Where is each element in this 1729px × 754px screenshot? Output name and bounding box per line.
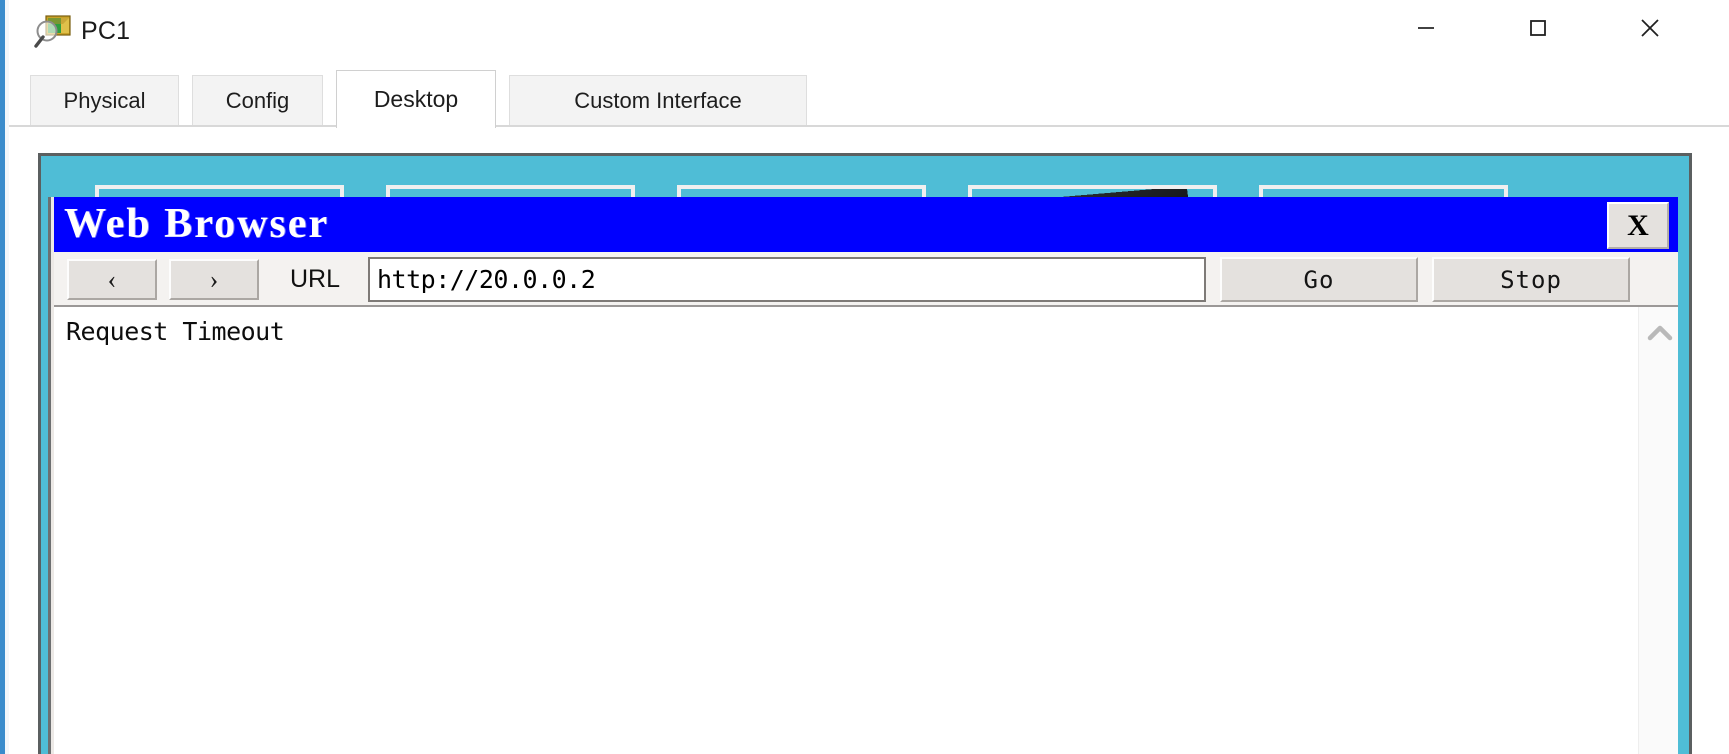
browser-toolbar: ‹ › URL Go Stop — [54, 252, 1678, 305]
url-label: URL — [289, 265, 340, 293]
browser-close-button[interactable]: X — [1607, 202, 1669, 249]
tab-custom-interface[interactable]: Custom Interface — [509, 75, 807, 126]
page-vertical-scrollbar[interactable] — [1638, 307, 1678, 754]
back-button[interactable]: ‹ — [67, 259, 157, 300]
browser-title: Web Browser — [64, 201, 330, 247]
close-button[interactable] — [1619, 0, 1681, 55]
browser-page-viewport: Request Timeout — [54, 305, 1678, 754]
close-icon — [1641, 18, 1659, 37]
maximize-button[interactable] — [1507, 0, 1569, 55]
chevron-up-icon[interactable] — [1639, 312, 1678, 354]
tab-physical-label: Physical — [63, 88, 146, 113]
tab-custom-interface-label: Custom Interface — [574, 88, 742, 113]
minimize-button[interactable] — [1395, 0, 1457, 55]
tabstrip-divider — [9, 125, 1729, 127]
tab-desktop-label: Desktop — [373, 86, 459, 112]
browser-titlebar: Web Browser X — [54, 197, 1678, 252]
tab-config-label: Config — [225, 88, 290, 113]
forward-button[interactable]: › — [169, 259, 259, 300]
maximize-icon — [1530, 19, 1546, 36]
tab-config[interactable]: Config — [192, 75, 323, 126]
page-title: PC1 — [81, 17, 131, 45]
pc-device-window: PC1 Physical Config Desktop Custom Inter… — [0, 0, 1729, 754]
page-content-text: Request Timeout — [66, 317, 285, 346]
tab-desktop[interactable]: Desktop — [336, 70, 496, 128]
minimize-icon — [1418, 26, 1434, 29]
url-input[interactable] — [368, 257, 1206, 302]
web-browser-window: Web Browser X ‹ › URL Go Stop Request Ti… — [48, 197, 1678, 754]
window-titlebar: PC1 — [9, 0, 1729, 63]
device-tabstrip: Physical Config Desktop Custom Interface — [9, 63, 1729, 128]
tab-physical[interactable]: Physical — [30, 75, 179, 126]
device-inspect-icon — [33, 11, 73, 51]
stop-button[interactable]: Stop — [1432, 257, 1630, 302]
go-button[interactable]: Go — [1220, 257, 1418, 302]
